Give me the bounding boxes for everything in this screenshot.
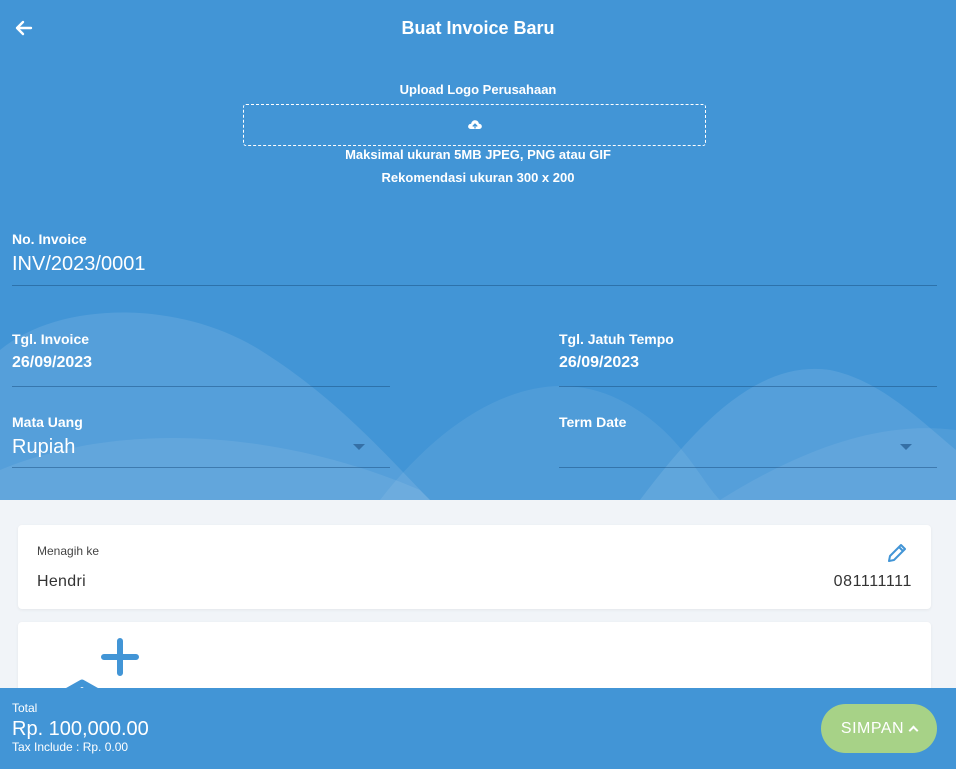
term-date-underline xyxy=(559,467,937,468)
header: Buat Invoice Baru Upload Logo Perusahaan… xyxy=(0,0,956,500)
invoice-date-field[interactable]: 26/09/2023 xyxy=(12,354,92,372)
chevron-down-icon[interactable] xyxy=(900,444,912,450)
currency-label: Mata Uang xyxy=(12,414,83,430)
billing-phone: 081111111 xyxy=(833,573,912,590)
page-title: Buat Invoice Baru xyxy=(401,18,555,38)
chevron-down-icon[interactable] xyxy=(353,444,365,450)
currency-select[interactable]: Rupiah xyxy=(12,436,75,459)
term-date-select[interactable] xyxy=(559,436,889,462)
save-button[interactable]: SIMPAN xyxy=(821,704,937,753)
upload-logo-dropzone[interactable] xyxy=(243,104,706,146)
invoice-date-label: Tgl. Invoice xyxy=(12,331,90,347)
due-date-underline xyxy=(559,386,937,387)
due-date-label: Tgl. Jatuh Tempo xyxy=(559,331,674,347)
billing-name: Hendri xyxy=(37,573,86,590)
footer-bar: Total Rp. 100,000.00 Tax Include : Rp. 0… xyxy=(0,688,956,769)
invoice-no-label: No. Invoice xyxy=(12,231,87,247)
decorative-waves xyxy=(0,312,956,500)
total-label: Total xyxy=(12,701,38,715)
upload-size-hint: Maksimal ukuran 5MB JPEG, PNG atau GIF xyxy=(345,147,611,162)
billing-card: Menagih ke Hendri 081111111 xyxy=(18,525,931,609)
pencil-icon xyxy=(888,544,906,562)
chevron-up-icon xyxy=(908,725,919,736)
edit-billing-button[interactable] xyxy=(885,541,909,565)
currency-underline xyxy=(12,467,390,468)
save-button-label: SIMPAN xyxy=(840,719,905,737)
total-amount: Rp. 100,000.00 xyxy=(12,718,149,740)
billing-label: Menagih ke xyxy=(37,544,100,558)
upload-logo-label: Upload Logo Perusahaan xyxy=(399,82,557,97)
upload-recommend-hint: Rekomendasi ukuran 300 x 200 xyxy=(381,170,575,185)
invoice-no-underline xyxy=(12,285,937,286)
due-date-field[interactable]: 26/09/2023 xyxy=(559,354,639,372)
invoice-no-field[interactable]: INV/2023/0001 xyxy=(12,253,145,276)
cloud-upload-icon xyxy=(467,120,482,129)
tax-include-text: Tax Include : Rp. 0.00 xyxy=(12,740,129,754)
invoice-date-underline xyxy=(12,386,390,387)
term-date-label: Term Date xyxy=(559,414,627,430)
